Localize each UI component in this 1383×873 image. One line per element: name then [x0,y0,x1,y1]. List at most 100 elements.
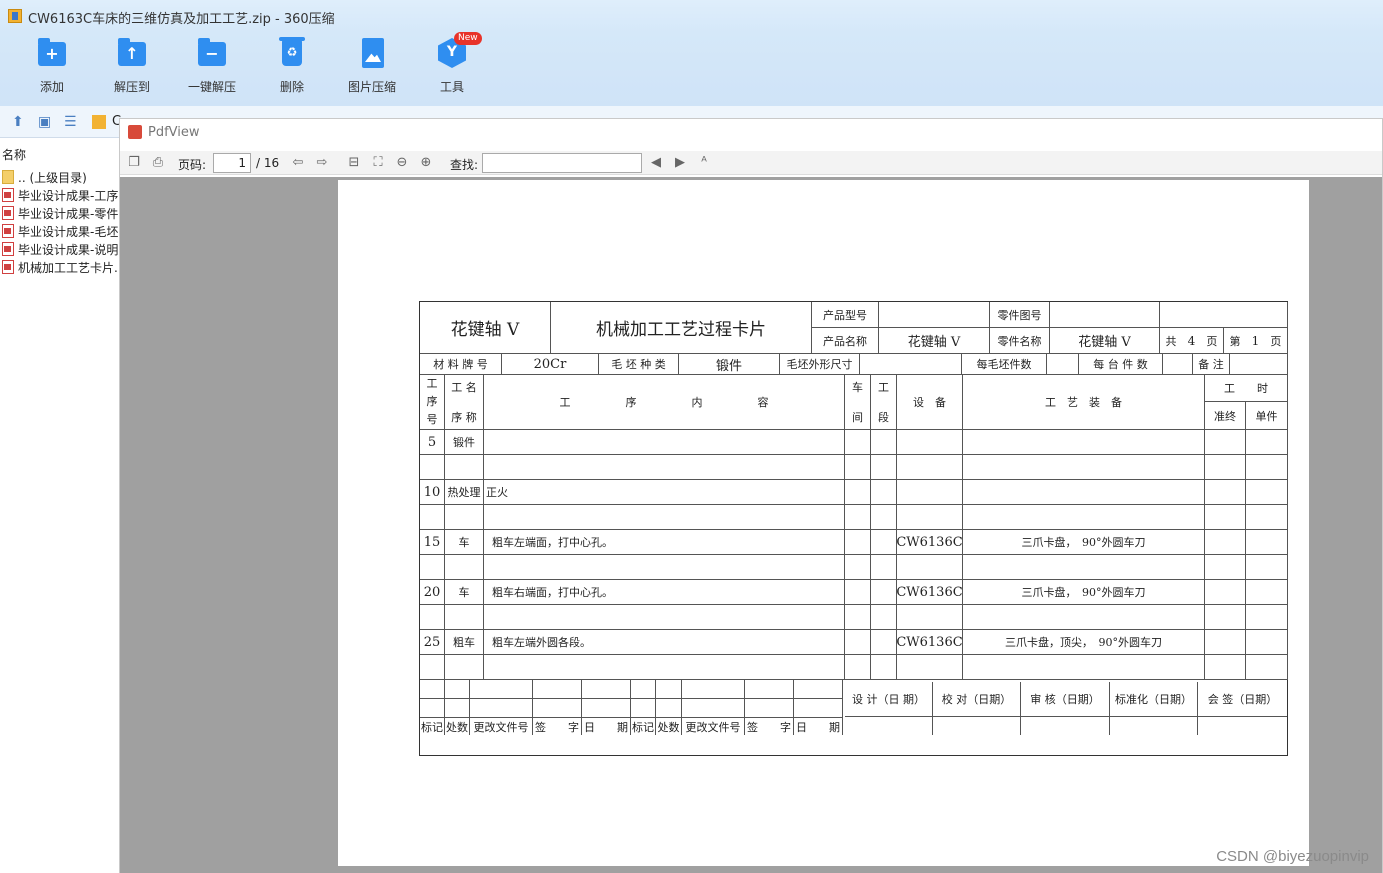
row-cell-unit [1246,630,1288,655]
row-cell-sec [871,455,897,480]
row-cell-unit [1246,580,1288,605]
pdf-file-icon [2,206,14,220]
row-cell-unit [1246,605,1288,630]
pdf-document-area[interactable]: 花键轴 V 机械加工工艺过程卡片 产品型号 零件图号 产品名称 花键轴 V 零件… [120,177,1382,873]
pdf-page: 花键轴 V 机械加工工艺过程卡片 产品型号 零件图号 产品名称 花键轴 V 零件… [338,180,1309,866]
row-cell-seq: 10 [420,480,445,505]
delete-button[interactable]: ♻ 删除 [252,37,332,95]
next-page-icon[interactable]: ⇨ [314,155,330,171]
list-view-icon[interactable]: ☰ [64,114,77,130]
print-icon[interactable]: ⎙ [150,155,166,171]
hdr-time-prep: 准终 [1205,402,1246,430]
image-compress-button[interactable]: 图片压缩 [332,38,412,95]
window-titlebar: CW6163C车床的三维仿真及加工工艺.zip - 360压缩 [0,0,1383,32]
revision-blank-cell [445,699,470,718]
tools-button[interactable]: Y New 工具 [412,32,492,95]
sign-header-cell: 会 签（日期） [1198,682,1287,717]
row-cell-unit [1246,430,1288,455]
pdf-file-icon [2,260,14,274]
pdf-app-icon [128,125,142,139]
watermark: CSDN @biyezuopinvip [1216,848,1369,865]
row-cell-ws [845,605,871,630]
revision-header-cell: 更改文件号 [682,718,745,735]
row-cell-name: 热处理 [445,480,484,505]
match-case-icon[interactable]: ᴬ [696,155,712,171]
copy-icon[interactable]: ❐ [126,155,142,171]
pdf-viewer-titlebar: PdfView [120,119,1382,145]
row-cell-content [484,505,845,530]
pdf-viewer-title: PdfView [148,125,200,140]
sign-header-cell: 设 计（日 期） [845,682,933,717]
zoom-in-icon[interactable]: ⊕ [418,155,434,171]
fit-width-icon[interactable]: ⊟ [346,155,362,171]
extract-folder-icon: ↑ [118,38,146,66]
row-cell-name: 车 [445,580,484,605]
list-item[interactable]: 毕业设计成果-零件 [2,205,120,223]
add-button-label: 添加 [39,80,64,94]
product-model-label: 产品型号 [812,302,879,328]
extract-to-button[interactable]: ↑ 解压到 [92,38,172,95]
row-cell-sec [871,555,897,580]
hdr-name-2: 序 称 [451,411,477,424]
row-cell-content [484,430,845,455]
revision-blank-cell [745,680,794,699]
hdr-section-2: 段 [878,411,889,424]
row-cell-seq [420,605,445,630]
column-header-name[interactable]: 名称 [0,146,120,166]
row-cell-prep [1205,605,1246,630]
revision-blank-cell [470,680,533,699]
find-prev-icon[interactable]: ◀ [648,155,664,171]
up-arrow-icon[interactable]: ⬆ [12,114,24,130]
zoom-out-icon[interactable]: ⊖ [394,155,410,171]
per-blank-label: 每毛坯件数 [962,354,1047,375]
thumbnail-view-icon[interactable]: ▣ [38,114,51,130]
file-name: 毕业设计成果-零件 [18,207,119,221]
row-cell-equip: CW6136C [896,530,963,555]
row-cell-unit [1246,530,1288,555]
row-cell-sec [871,580,897,605]
one-click-extract-button[interactable]: − 一键解压 [172,38,252,95]
list-item[interactable]: 机械加工工艺卡片. [2,259,120,277]
revision-blank-cell [420,699,445,718]
row-cell-tool [963,655,1205,680]
list-item[interactable]: 毕业设计成果-毛坯 [2,223,120,241]
fit-page-icon[interactable]: ⛶ [370,155,386,171]
revision-blank-cell [656,680,682,699]
material-label: 材 料 牌 号 [420,354,502,375]
hdr-time: 工 时 [1205,375,1288,402]
row-cell-sec [871,480,897,505]
row-cell-seq: 15 [420,530,445,555]
row-cell-prep [1205,630,1246,655]
list-item[interactable]: 毕业设计成果-说明 [2,241,120,259]
prev-page-icon[interactable]: ⇦ [290,155,306,171]
pdf-toolbar: ❐ ⎙ 页码: 1 / 16 ⇦ ⇨ ⊟ ⛶ ⊖ ⊕ 查找: ◀ ▶ ᴬ [120,151,1382,175]
pdf-file-icon [2,224,14,238]
row-cell-prep [1205,480,1246,505]
material-value: 20Cr [502,354,599,375]
row-cell-content [484,455,845,480]
row-cell-sec [871,630,897,655]
per-unit-label: 每 台 件 数 [1079,354,1163,375]
hdr-seq-3: 号 [426,413,438,426]
row-cell-tool [963,505,1205,530]
find-next-icon[interactable]: ▶ [672,155,688,171]
find-input[interactable] [482,153,642,173]
list-item[interactable]: 毕业设计成果-工序 [2,187,120,205]
sign-header-cell: 审 核（日期） [1021,682,1110,717]
delete-label: 删除 [279,80,304,94]
row-cell-equip [897,455,963,480]
page-number-input[interactable]: 1 [213,153,251,173]
file-name: .. (上级目录) [18,171,87,185]
list-item[interactable]: .. (上级目录) [2,169,120,187]
archive-icon [8,9,22,23]
add-button[interactable]: + 添加 [12,38,92,95]
process-card: 花键轴 V 机械加工工艺过程卡片 产品型号 零件图号 产品名称 花键轴 V 零件… [419,301,1288,756]
pdf-viewer-window: PdfView ❐ ⎙ 页码: 1 / 16 ⇦ ⇨ ⊟ ⛶ ⊖ ⊕ 查找: ◀… [119,118,1383,873]
row-cell-content: 粗车左端外圆各段。 [484,630,845,655]
row-cell-prep [1205,655,1246,680]
revision-blank-cell [631,699,656,718]
page-no: 1 [1251,333,1260,348]
row-cell-tool: 三爪卡盘，顶尖， 90°外圆车刀 [963,630,1205,655]
page-total: / 16 [256,156,280,170]
folder-icon [2,170,14,184]
